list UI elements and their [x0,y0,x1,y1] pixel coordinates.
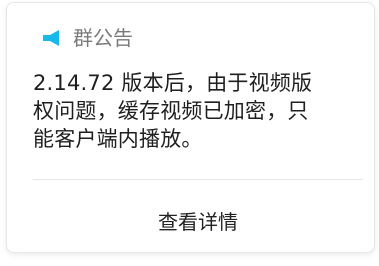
announcement-title: 群公告 [73,26,133,50]
view-details-button[interactable]: 查看详情 [33,199,363,241]
megaphone-icon [41,29,63,47]
announcement-line: 2.14.72 版本后，由于视频版 [33,71,313,95]
announcement-line: 权问题，缓存视频已加密，只 [33,99,309,123]
announcement-line: 能客户端内播放。 [33,127,203,151]
group-announcement-card: 群公告 2.14.72 版本后，由于视频版 权问题，缓存视频已加密，只 能客户端… [6,2,375,253]
divider [33,179,363,180]
announcement-body: 2.14.72 版本后，由于视频版 权问题，缓存视频已加密，只 能客户端内播放。 [33,69,363,153]
announcement-header: 群公告 [41,23,133,53]
